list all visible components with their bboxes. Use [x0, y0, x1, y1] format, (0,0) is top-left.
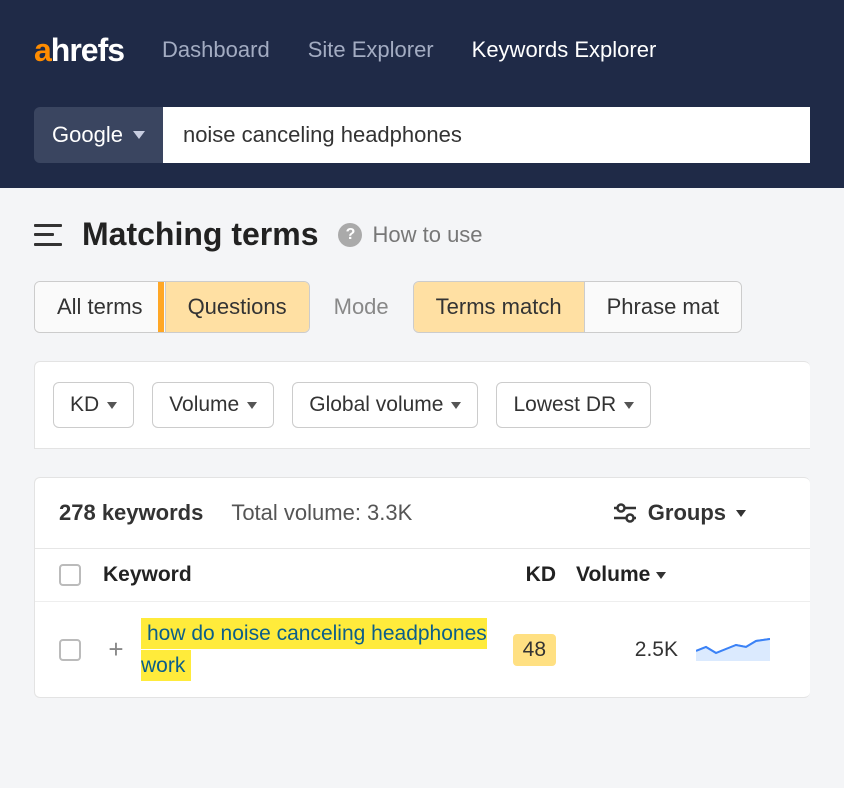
tab-all-terms[interactable]: All terms	[35, 282, 166, 332]
filter-volume[interactable]: Volume	[152, 382, 274, 428]
results-panel: 278 keywords Total volume: 3.3K Groups K…	[34, 477, 810, 698]
filter-lowest-dr-label: Lowest DR	[513, 393, 616, 417]
expand-icon[interactable]: +	[103, 634, 129, 665]
top-nav: ahrefs Dashboard Site Explorer Keywords …	[0, 0, 844, 100]
filter-panel: KD Volume Global volume Lowest DR	[34, 361, 810, 449]
logo-a: a	[34, 32, 51, 68]
groups-toggle[interactable]: Groups	[612, 500, 746, 526]
nav-site-explorer[interactable]: Site Explorer	[308, 37, 434, 63]
kd-badge: 48	[513, 634, 556, 666]
chevron-down-icon	[107, 402, 117, 409]
tab-row: All terms Questions Mode Terms match Phr…	[34, 281, 810, 333]
sparkline-icon	[696, 633, 770, 661]
keyword-count: 278 keywords	[59, 500, 203, 526]
filter-volume-label: Volume	[169, 393, 239, 417]
col-volume-header[interactable]: Volume	[556, 563, 696, 587]
volume-cell: 2.5K	[556, 638, 696, 662]
keyword-link[interactable]: how do noise canceling headphones work	[141, 618, 487, 681]
col-checkbox	[59, 564, 103, 586]
col-keyword-header[interactable]: Keyword	[103, 563, 488, 587]
filter-lowest-dr[interactable]: Lowest DR	[496, 382, 651, 428]
chevron-down-icon	[247, 402, 257, 409]
filter-global-volume[interactable]: Global volume	[292, 382, 478, 428]
tab-questions[interactable]: Questions	[166, 282, 309, 332]
mode-label: Mode	[334, 294, 389, 320]
col-volume-label: Volume	[576, 563, 650, 587]
groups-label: Groups	[648, 500, 726, 526]
sort-desc-icon	[656, 572, 666, 579]
page-header: Matching terms ? How to use	[34, 216, 810, 253]
search-engine-select[interactable]: Google	[34, 107, 163, 163]
mode-tab-group: Terms match Phrase mat	[413, 281, 742, 333]
how-to-use-link[interactable]: ? How to use	[338, 222, 482, 248]
keyword-cell: how do noise canceling headphones work	[141, 618, 488, 681]
terms-tab-group: All terms Questions	[34, 281, 310, 333]
select-all-checkbox[interactable]	[59, 564, 81, 586]
help-icon: ?	[338, 223, 362, 247]
results-header: 278 keywords Total volume: 3.3K Groups	[35, 478, 810, 548]
filter-global-volume-label: Global volume	[309, 393, 443, 417]
table-header: Keyword KD Volume	[35, 548, 810, 601]
trend-cell	[696, 633, 786, 667]
col-kd-header[interactable]: KD	[488, 563, 556, 587]
search-bar: Google	[0, 100, 844, 188]
chevron-down-icon	[133, 131, 145, 139]
chevron-down-icon	[736, 510, 746, 517]
row-checkbox-cell	[59, 639, 103, 661]
kd-cell: 48	[488, 634, 556, 666]
logo-rest: hrefs	[51, 32, 124, 68]
chevron-down-icon	[624, 402, 634, 409]
logo: ahrefs	[34, 32, 124, 69]
menu-icon[interactable]	[34, 224, 62, 246]
search-input[interactable]	[163, 107, 810, 163]
tab-terms-match[interactable]: Terms match	[414, 282, 585, 332]
tab-questions-label: Questions	[188, 294, 287, 319]
tab-phrase-match[interactable]: Phrase mat	[585, 282, 742, 332]
page-title: Matching terms	[82, 216, 318, 253]
chevron-down-icon	[451, 402, 461, 409]
table-row: + how do noise canceling headphones work…	[35, 601, 810, 697]
nav-dashboard[interactable]: Dashboard	[162, 37, 270, 63]
filter-kd-label: KD	[70, 393, 99, 417]
total-volume: Total volume: 3.3K	[231, 500, 412, 526]
how-to-use-label: How to use	[372, 222, 482, 248]
row-checkbox[interactable]	[59, 639, 81, 661]
content-area: Matching terms ? How to use All terms Qu…	[0, 188, 844, 726]
filter-kd[interactable]: KD	[53, 382, 134, 428]
search-engine-label: Google	[52, 122, 123, 148]
sliders-icon	[612, 502, 638, 524]
nav-keywords-explorer[interactable]: Keywords Explorer	[472, 37, 657, 63]
